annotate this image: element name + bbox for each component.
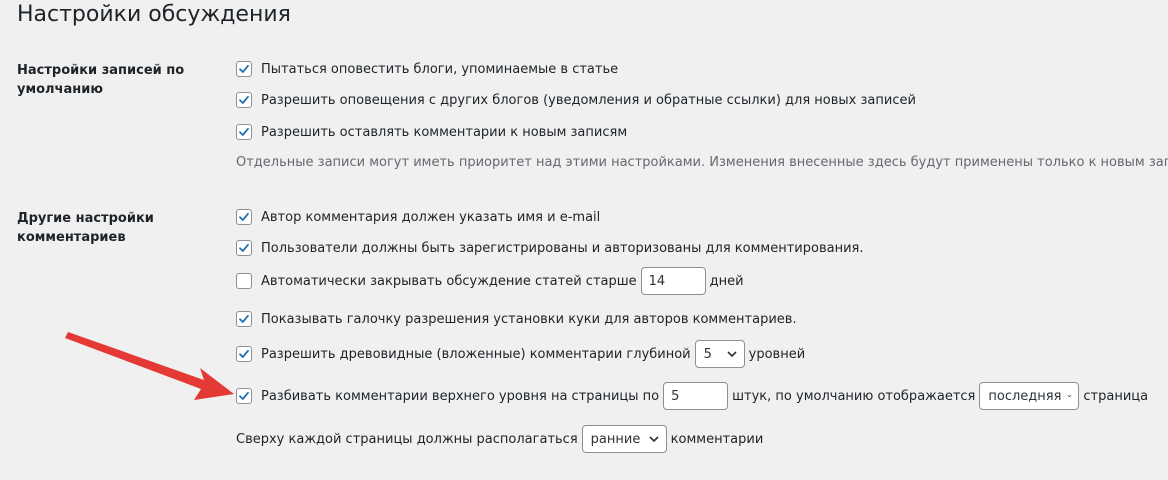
default-post-settings-label: Настройки записей по умолчанию: [17, 63, 185, 97]
checkmark-icon: [239, 212, 249, 221]
other-comment-settings-label: Другие настройки комментариев: [17, 211, 154, 245]
auto-close-label: Автоматически закрывать обсуждение стате…: [261, 273, 637, 289]
comment-order-suffix: комментарии: [670, 431, 764, 447]
default-post-note: Отдельные записи могут иметь приоритет н…: [236, 155, 1168, 170]
comment-order-value: ранние: [590, 431, 641, 447]
chevron-down-icon: [649, 436, 659, 443]
option-paginate-comments[interactable]: Разбивать комментарии верхнего уровня на…: [236, 382, 1148, 410]
allow-pingbacks-label: Разрешить оповещения с других блогов (ув…: [261, 92, 916, 108]
option-comment-order: Сверху каждой страницы должны располагат…: [236, 425, 763, 453]
allow-pingbacks-checkbox[interactable]: [236, 92, 252, 108]
threaded-comments-label: Разрешить древовидные (вложенные) коммен…: [261, 346, 691, 362]
thread-depth-suffix: уровней: [748, 346, 806, 362]
cookies-opt-in-label: Показывать галочку разрешения установки …: [261, 311, 797, 327]
option-require-name-email[interactable]: Автор комментария должен указать имя и e…: [236, 209, 600, 225]
option-registered-only[interactable]: Пользователи должны быть зарегистрирован…: [236, 240, 863, 256]
page-title: Настройки обсуждения: [17, 2, 291, 27]
thread-depth-value: 5: [703, 346, 712, 362]
comments-per-page-input[interactable]: [663, 382, 729, 410]
ping-blogs-label: Пытаться оповестить блоги, упоминаемые в…: [261, 61, 619, 77]
ping-blogs-checkbox[interactable]: [236, 61, 252, 77]
auto-close-days-suffix: дней: [709, 273, 744, 289]
paginate-middle-text: штук, по умолчанию отображается: [732, 388, 976, 404]
option-ping-blogs[interactable]: Пытаться оповестить блоги, упоминаемые в…: [236, 61, 618, 77]
require-name-email-label: Автор комментария должен указать имя и e…: [261, 209, 601, 225]
option-threaded-comments[interactable]: Разрешить древовидные (вложенные) коммен…: [236, 340, 805, 368]
registered-only-checkbox[interactable]: [236, 240, 252, 256]
auto-close-days-input[interactable]: [640, 267, 706, 295]
require-name-email-checkbox[interactable]: [236, 209, 252, 225]
paginate-comments-label: Разбивать комментарии верхнего уровня на…: [261, 388, 660, 404]
registered-only-label: Пользователи должны быть зарегистрирован…: [261, 240, 864, 256]
checkmark-icon: [239, 95, 249, 104]
allow-comments-label: Разрешить оставлять комментарии к новым …: [261, 124, 628, 140]
discussion-settings-page: Настройки обсуждения Настройки записей п…: [0, 0, 1168, 480]
default-page-value: последняя: [988, 388, 1062, 404]
paginate-suffix: страница: [1083, 388, 1149, 404]
option-auto-close[interactable]: Автоматически закрывать обсуждение стате…: [236, 267, 744, 295]
checkmark-icon: [239, 243, 249, 252]
red-arrow-annotation: [65, 332, 234, 400]
checkmark-icon: [239, 127, 249, 136]
comment-order-select[interactable]: ранние: [581, 425, 667, 453]
default-page-select[interactable]: последняя: [979, 382, 1080, 410]
allow-comments-checkbox[interactable]: [236, 124, 252, 140]
checkmark-icon: [239, 64, 249, 73]
comment-order-label: Сверху каждой страницы должны располагат…: [236, 431, 578, 447]
option-cookies-opt-in[interactable]: Показывать галочку разрешения установки …: [236, 311, 797, 327]
thread-depth-select[interactable]: 5: [694, 340, 745, 368]
auto-close-checkbox[interactable]: [236, 273, 252, 289]
option-allow-pingbacks[interactable]: Разрешить оповещения с других блогов (ув…: [236, 92, 916, 108]
chevron-down-icon: [727, 351, 737, 358]
option-allow-comments[interactable]: Разрешить оставлять комментарии к новым …: [236, 124, 627, 140]
chevron-down-icon: [1068, 394, 1072, 398]
